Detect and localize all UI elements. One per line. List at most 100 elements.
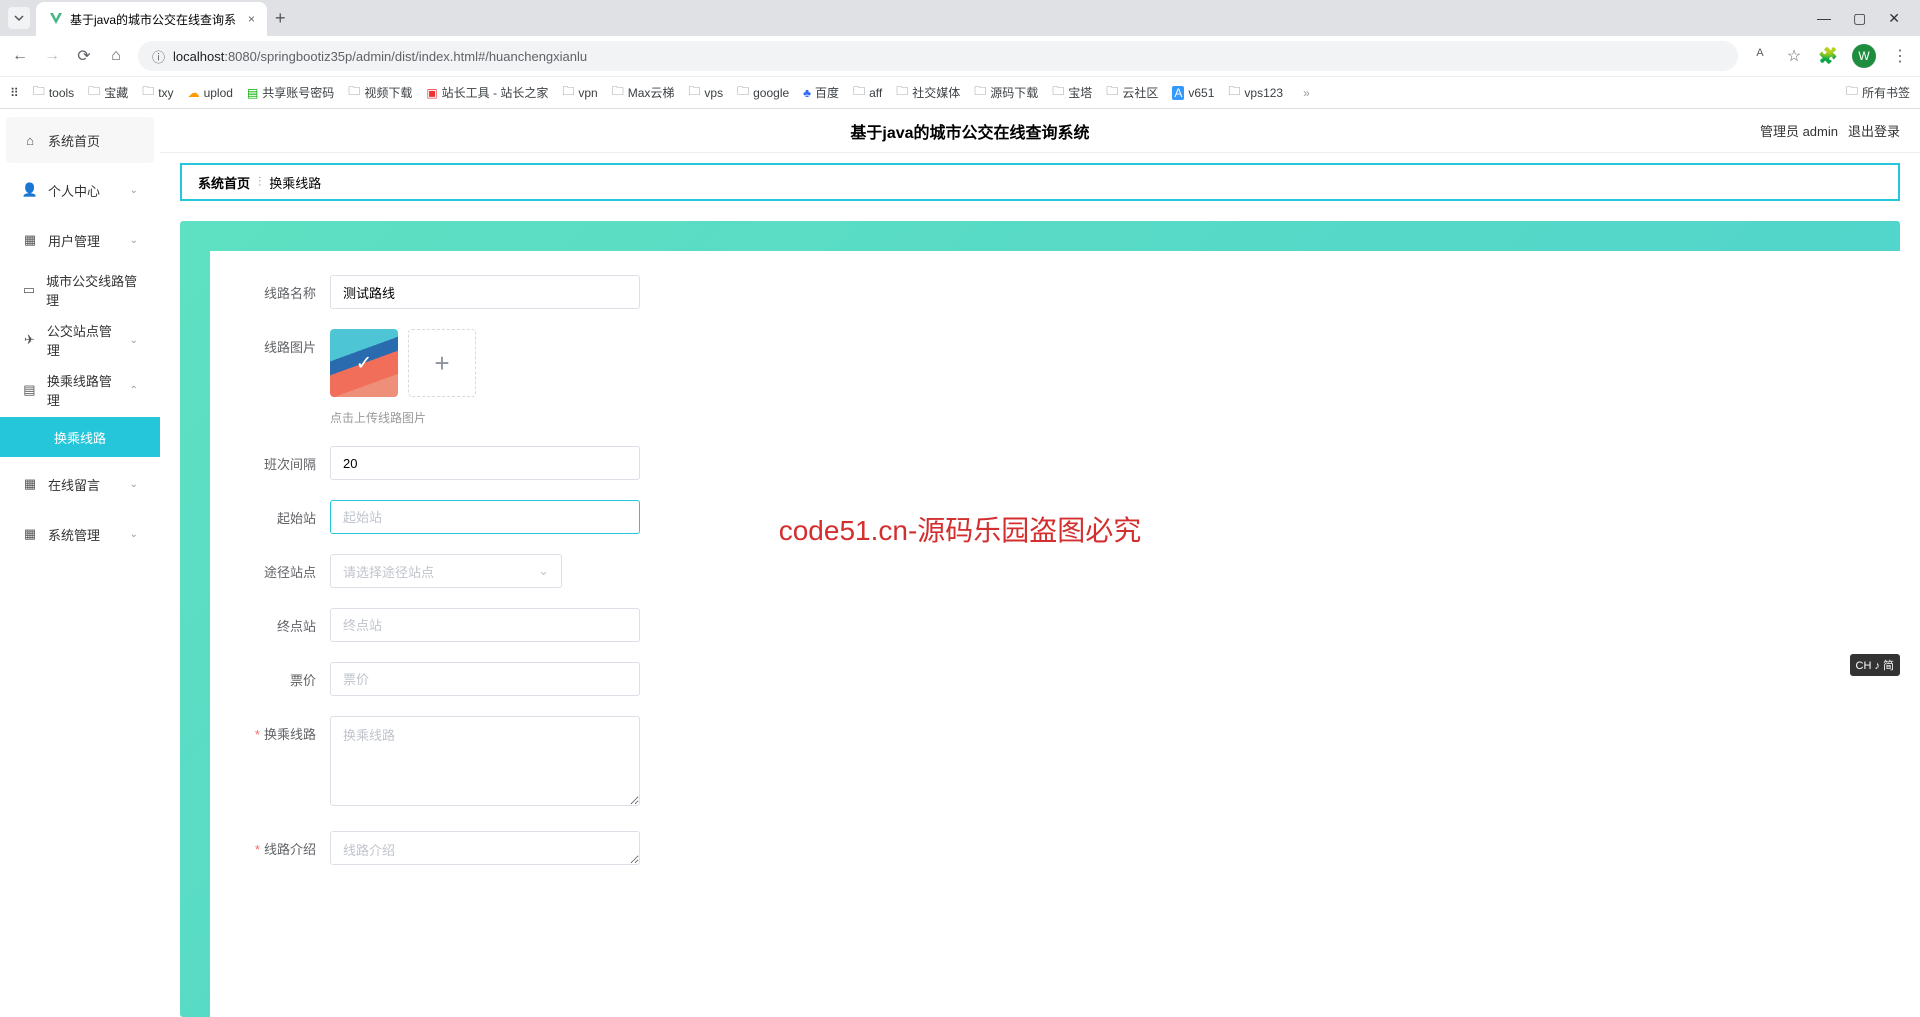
reload-icon[interactable]: ⟳: [74, 46, 94, 66]
browser-chrome: 基于java的城市公交在线查询系 × + — ▢ ✕ ← → ⟳ ⌂ ⓘ loc…: [0, 0, 1920, 109]
start-station-label: 起始站: [240, 500, 330, 527]
logout-button[interactable]: 退出登录: [1848, 121, 1900, 140]
sidebar-item-bus-routes[interactable]: ▭ 城市公交线路管理: [6, 267, 154, 313]
tab-title: 基于java的城市公交在线查询系: [70, 11, 236, 28]
bookmark-bar: ⠿ 🗀tools 🗀宝藏 🗀txy ☁uplod ▤共享账号密码 🗀视频下载 ▣…: [0, 76, 1920, 108]
bookmark-overflow-icon[interactable]: »: [1303, 86, 1310, 100]
bookmark-social[interactable]: 🗀社交媒体: [896, 82, 960, 103]
upload-add-button[interactable]: +: [408, 329, 476, 397]
browser-tab[interactable]: 基于java的城市公交在线查询系 ×: [36, 2, 267, 36]
bookmark-vpn[interactable]: 🗀vpn: [562, 82, 597, 103]
breadcrumb-separator-icon: ⫶: [258, 174, 261, 190]
sidebar-item-users[interactable]: ▦ 用户管理 ⌄: [6, 217, 154, 263]
grid-icon: ▦: [22, 476, 38, 492]
via-stations-label: 途径站点: [240, 554, 330, 581]
chevron-down-icon: [14, 13, 24, 23]
form-card: 线路名称 线路图片 ✓ +: [210, 251, 1900, 1017]
bookmark-max[interactable]: 🗀Max云梯: [612, 82, 675, 103]
bookmark-baozang[interactable]: 🗀宝藏: [88, 82, 128, 103]
bookmark-star-icon[interactable]: ☆: [1784, 46, 1804, 66]
bookmark-baidu[interactable]: ♣百度: [803, 84, 839, 101]
grid-icon: ▦: [22, 232, 38, 248]
breadcrumb-home[interactable]: 系统首页: [198, 173, 250, 192]
select-placeholder: 请选择途径站点: [343, 562, 434, 581]
translate-icon[interactable]: ᴬ: [1750, 47, 1770, 65]
main-content: 基于java的城市公交在线查询系统 管理员 admin 退出登录 系统首页 ⫶ …: [160, 109, 1920, 1017]
sidebar-sub-transfer-route[interactable]: 换乘线路: [0, 417, 160, 457]
bookmark-vps[interactable]: 🗀vps: [688, 82, 723, 103]
user-icon: 👤: [22, 182, 38, 198]
breadcrumb-current: 换乘线路: [269, 173, 321, 192]
chevron-down-icon: ⌄: [538, 563, 549, 579]
end-station-label: 终点站: [240, 608, 330, 635]
sidebar-item-stations[interactable]: ✈ 公交站点管理 ⌄: [6, 317, 154, 363]
bookmark-baota[interactable]: 🗀宝塔: [1052, 82, 1092, 103]
sidebar-item-label: 系统首页: [48, 131, 100, 150]
watermark-warning-text: code51.cn-源码乐园盗图必究: [779, 509, 1142, 549]
site-info-icon[interactable]: ⓘ: [152, 47, 165, 66]
sidebar-item-label: 城市公交线路管理: [46, 271, 138, 309]
transfer-route-textarea[interactable]: [330, 716, 640, 806]
chevron-down-icon: ⌄: [130, 235, 138, 246]
image-thumbnail[interactable]: ✓: [330, 329, 398, 397]
sidebar-item-transfer[interactable]: ▤ 换乘线路管理 ⌃: [6, 367, 154, 413]
chevron-up-icon: ⌃: [130, 385, 138, 396]
forward-icon[interactable]: →: [42, 47, 62, 65]
price-label: 票价: [240, 662, 330, 689]
profile-avatar[interactable]: W: [1852, 44, 1876, 68]
back-icon[interactable]: ←: [10, 47, 30, 65]
breadcrumb: 系统首页 ⫶ 换乘线路: [180, 163, 1900, 201]
chevron-down-icon: ⌄: [130, 335, 138, 346]
upload-hint: 点击上传线路图片: [330, 409, 476, 426]
window-controls: — ▢ ✕: [1817, 10, 1912, 27]
sidebar-item-system[interactable]: ▦ 系统管理 ⌄: [6, 511, 154, 557]
list-icon: ▤: [22, 382, 37, 398]
sidebar-item-label: 在线留言: [48, 475, 100, 494]
maximize-icon[interactable]: ▢: [1853, 10, 1866, 27]
bookmark-vps123[interactable]: 🗀vps123: [1228, 82, 1283, 103]
end-station-input[interactable]: [330, 608, 640, 642]
bookmark-cloud-comm[interactable]: 🗀云社区: [1106, 82, 1158, 103]
interval-input[interactable]: [330, 446, 640, 480]
via-stations-select[interactable]: 请选择途径站点 ⌄: [330, 554, 562, 588]
url-host: localhost: [173, 49, 224, 64]
current-user-label: 管理员 admin: [1760, 121, 1838, 140]
grid-icon: ▦: [22, 526, 38, 542]
sidebar: ⌂ 系统首页 👤 个人中心 ⌄ ▦ 用户管理 ⌄ ▭ 城市公交线路管理 ✈ 公交…: [0, 109, 160, 1017]
bookmark-v651[interactable]: Av651: [1172, 86, 1214, 100]
bookmark-txy[interactable]: 🗀txy: [142, 82, 173, 103]
content-wrapper: 线路名称 线路图片 ✓ +: [180, 221, 1900, 1017]
menu-dots-icon[interactable]: ⋮: [1890, 46, 1910, 66]
sidebar-item-label: 公交站点管理: [47, 321, 120, 359]
chevron-down-icon: ⌄: [130, 529, 138, 540]
new-tab-button[interactable]: +: [275, 8, 286, 29]
bookmark-uplod[interactable]: ☁uplod: [188, 86, 233, 100]
route-image-label: 线路图片: [240, 329, 330, 356]
price-input[interactable]: [330, 662, 640, 696]
extensions-icon[interactable]: 🧩: [1818, 46, 1838, 66]
close-window-icon[interactable]: ✕: [1888, 10, 1900, 27]
sidebar-item-profile[interactable]: 👤 个人中心 ⌄: [6, 167, 154, 213]
minimize-icon[interactable]: —: [1817, 10, 1831, 27]
bookmark-aff[interactable]: 🗀aff: [853, 82, 882, 103]
bookmark-zhanzhang[interactable]: ▣站长工具 - 站长之家: [426, 84, 548, 101]
chevron-down-icon: ⌄: [130, 185, 138, 196]
url-input[interactable]: ⓘ localhost:8080/springbootiz35p/admin/d…: [138, 41, 1738, 71]
all-bookmarks[interactable]: 🗀所有书签: [1846, 82, 1910, 103]
sidebar-item-messages[interactable]: ▦ 在线留言 ⌄: [6, 461, 154, 507]
transfer-route-label: 换乘线路: [240, 716, 330, 743]
tab-list-dropdown[interactable]: [8, 7, 30, 29]
home-nav-icon[interactable]: ⌂: [106, 47, 126, 65]
bookmark-tools[interactable]: 🗀tools: [33, 82, 74, 103]
chevron-down-icon: ⌄: [130, 479, 138, 490]
start-station-input[interactable]: [330, 500, 640, 534]
bookmark-source-dl[interactable]: 🗀源码下载: [974, 82, 1038, 103]
sidebar-item-home[interactable]: ⌂ 系统首页: [6, 117, 154, 163]
route-intro-textarea[interactable]: [330, 831, 640, 865]
route-name-input[interactable]: [330, 275, 640, 309]
bookmark-video-dl[interactable]: 🗀视频下载: [348, 82, 412, 103]
apps-grid-icon[interactable]: ⠿: [10, 86, 19, 100]
tab-close-icon[interactable]: ×: [236, 12, 255, 26]
bookmark-google[interactable]: 🗀google: [737, 82, 789, 103]
bookmark-shared-pwd[interactable]: ▤共享账号密码: [247, 84, 334, 101]
